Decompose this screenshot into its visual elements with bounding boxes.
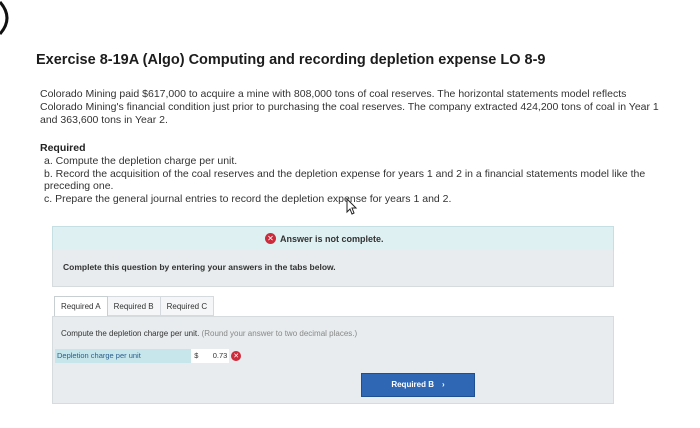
mouse-cursor-icon (346, 198, 358, 215)
required-heading: Required (40, 142, 86, 154)
x-circle-icon: ✕ (265, 233, 276, 244)
x-circle-icon: ✕ (231, 351, 241, 361)
next-button-label: Required B (391, 380, 434, 389)
answer-status-text: Answer is not complete. (280, 233, 384, 244)
tab-required-a[interactable]: Required A (54, 296, 108, 316)
requirement-b: b. Record the acquisition of the coal re… (44, 167, 646, 193)
exercise-title: Exercise 8-19A (Algo) Computing and reco… (36, 52, 546, 68)
requirement-a: a. Compute the depletion charge per unit… (44, 155, 238, 167)
instruction-box: Complete this question by entering your … (52, 250, 614, 287)
panel-prompt: Compute the depletion charge per unit. (… (61, 329, 357, 338)
depletion-charge-input[interactable]: 0.73 (202, 349, 230, 363)
tab-panel-required-a: Compute the depletion charge per unit. (… (52, 316, 614, 404)
prompt-text: Compute the depletion charge per unit. (61, 329, 200, 338)
chevron-right-icon: › (442, 380, 445, 389)
instruction-text: Complete this question by entering your … (63, 262, 336, 272)
requirement-tabs: Required A Required B Required C (54, 296, 215, 316)
next-required-b-button[interactable]: Required B › (361, 373, 475, 397)
answer-status-banner: ✕ Answer is not complete. (52, 226, 614, 252)
curved-edge-mark (0, 1, 9, 35)
tab-required-c[interactable]: Required C (160, 296, 215, 316)
tab-required-b[interactable]: Required B (107, 296, 161, 316)
depletion-charge-row: Depletion charge per unit $ 0.73 ✕ (55, 349, 245, 363)
rounding-hint: (Round your answer to two decimal places… (201, 329, 358, 338)
currency-symbol: $ (190, 349, 203, 363)
problem-description: Colorado Mining paid $617,000 to acquire… (40, 88, 659, 126)
depletion-charge-label: Depletion charge per unit (55, 349, 191, 363)
